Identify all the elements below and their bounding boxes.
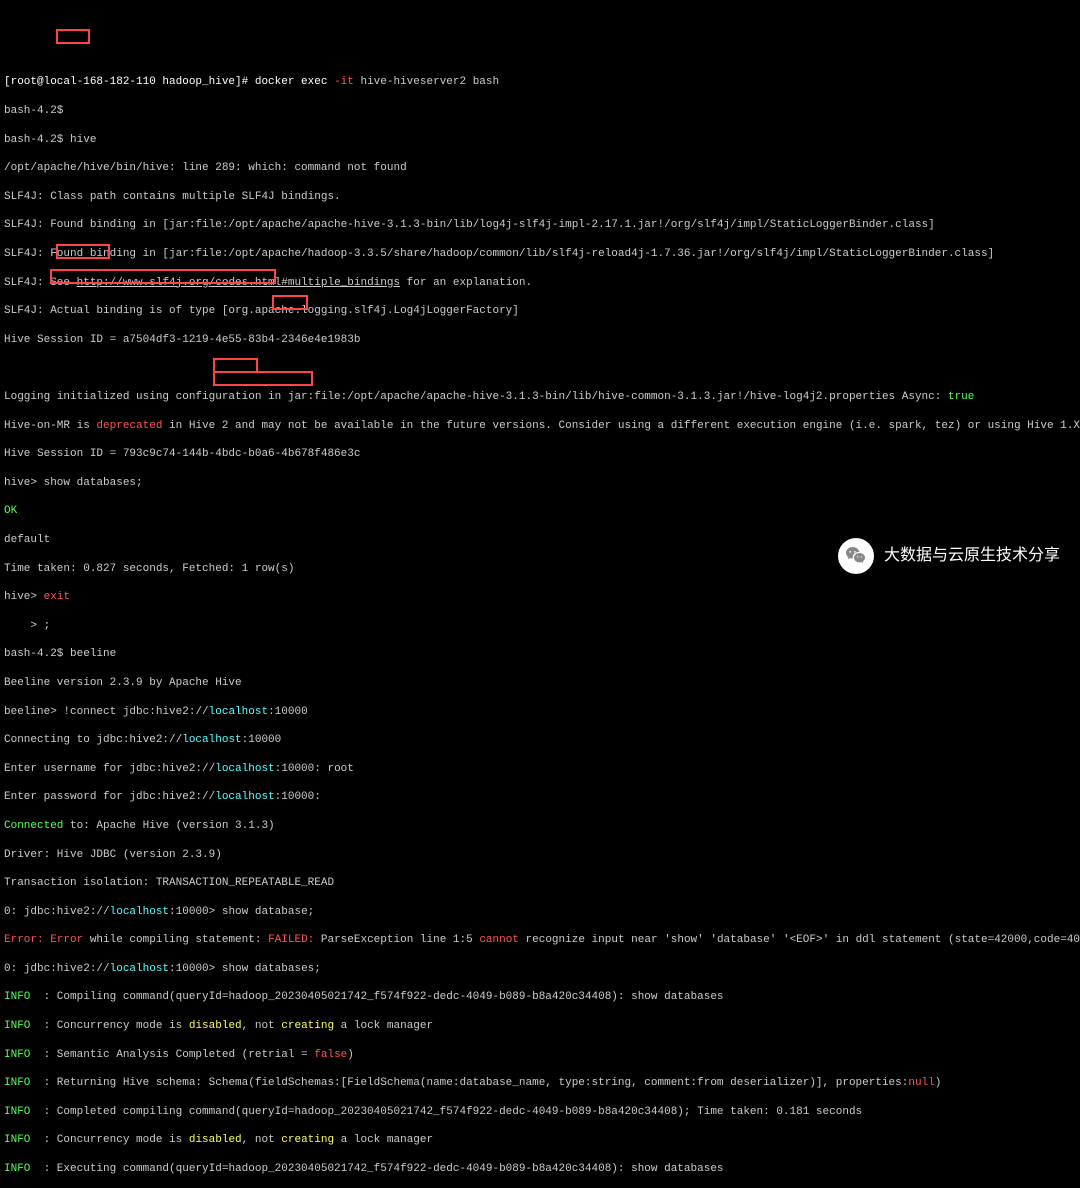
output-line: > ;	[4, 619, 1076, 633]
jdbc-prompt: 0: jdbc:hive2://localhost:10000> show da…	[4, 962, 1076, 976]
output-line: Beeline version 2.3.9 by Apache Hive	[4, 676, 1076, 690]
output-line: Hive Session ID = 793c9c74-144b-4bdc-b0a…	[4, 447, 1076, 461]
output-line: /opt/apache/hive/bin/hive: line 289: whi…	[4, 161, 1076, 175]
info-line: INFO : Semantic Analysis Completed (retr…	[4, 1048, 1076, 1062]
hive-prompt: hive> show databases;	[4, 476, 1076, 490]
output-line: Connecting to jdbc:hive2://localhost:100…	[4, 733, 1076, 747]
info-line: INFO : Completed compiling command(query…	[4, 1105, 1076, 1119]
error-line: Error: Error while compiling statement: …	[4, 933, 1076, 947]
beeline-prompt: beeline> !connect jdbc:hive2://localhost…	[4, 705, 1076, 719]
output-line: Transaction isolation: TRANSACTION_REPEA…	[4, 876, 1076, 890]
highlight-hive	[56, 29, 90, 44]
info-line: INFO : Returning Hive schema: Schema(fie…	[4, 1076, 1076, 1090]
jdbc-prompt: 0: jdbc:hive2://localhost:10000> show da…	[4, 905, 1076, 919]
info-line: INFO : Concurrency mode is disabled, not…	[4, 1133, 1076, 1147]
output-line: SLF4J: Class path contains multiple SLF4…	[4, 190, 1076, 204]
output-line: Enter username for jdbc:hive2://localhos…	[4, 762, 1076, 776]
output-line: Enter password for jdbc:hive2://localhos…	[4, 790, 1076, 804]
output-line: Driver: Hive JDBC (version 2.3.9)	[4, 848, 1076, 862]
watermark-text: 大数据与云原生技术分享	[884, 546, 1060, 567]
watermark: 大数据与云原生技术分享	[838, 538, 1060, 574]
hive-prompt: hive> exit	[4, 590, 1076, 604]
info-line: INFO : Executing command(queryId=hadoop_…	[4, 1162, 1076, 1176]
terminal-output: [root@local-168-182-110 hadoop_hive]# do…	[4, 61, 1076, 1188]
info-line: INFO : Compiling command(queryId=hadoop_…	[4, 990, 1076, 1004]
output-line: SLF4J: Found binding in [jar:file:/opt/a…	[4, 247, 1076, 261]
wechat-icon	[838, 538, 874, 574]
output-line: SLF4J: Actual binding is of type [org.ap…	[4, 304, 1076, 318]
output-line: Hive Session ID = a7504df3-1219-4e55-83b…	[4, 333, 1076, 347]
output-line: SLF4J: See http://www.slf4j.org/codes.ht…	[4, 276, 1076, 290]
output-line: OK	[4, 504, 1076, 518]
output-line: SLF4J: Found binding in [jar:file:/opt/a…	[4, 218, 1076, 232]
output-line: Logging initialized using configuration …	[4, 390, 1076, 404]
prompt-line: bash-4.2$	[4, 104, 1076, 118]
prompt-line: [root@local-168-182-110 hadoop_hive]# do…	[4, 75, 1076, 89]
prompt-line: bash-4.2$ hive	[4, 133, 1076, 147]
info-line: INFO : Concurrency mode is disabled, not…	[4, 1019, 1076, 1033]
output-line: Hive-on-MR is deprecated in Hive 2 and m…	[4, 419, 1076, 433]
output-line: Connected to: Apache Hive (version 3.1.3…	[4, 819, 1076, 833]
prompt-line: bash-4.2$ beeline	[4, 647, 1076, 661]
